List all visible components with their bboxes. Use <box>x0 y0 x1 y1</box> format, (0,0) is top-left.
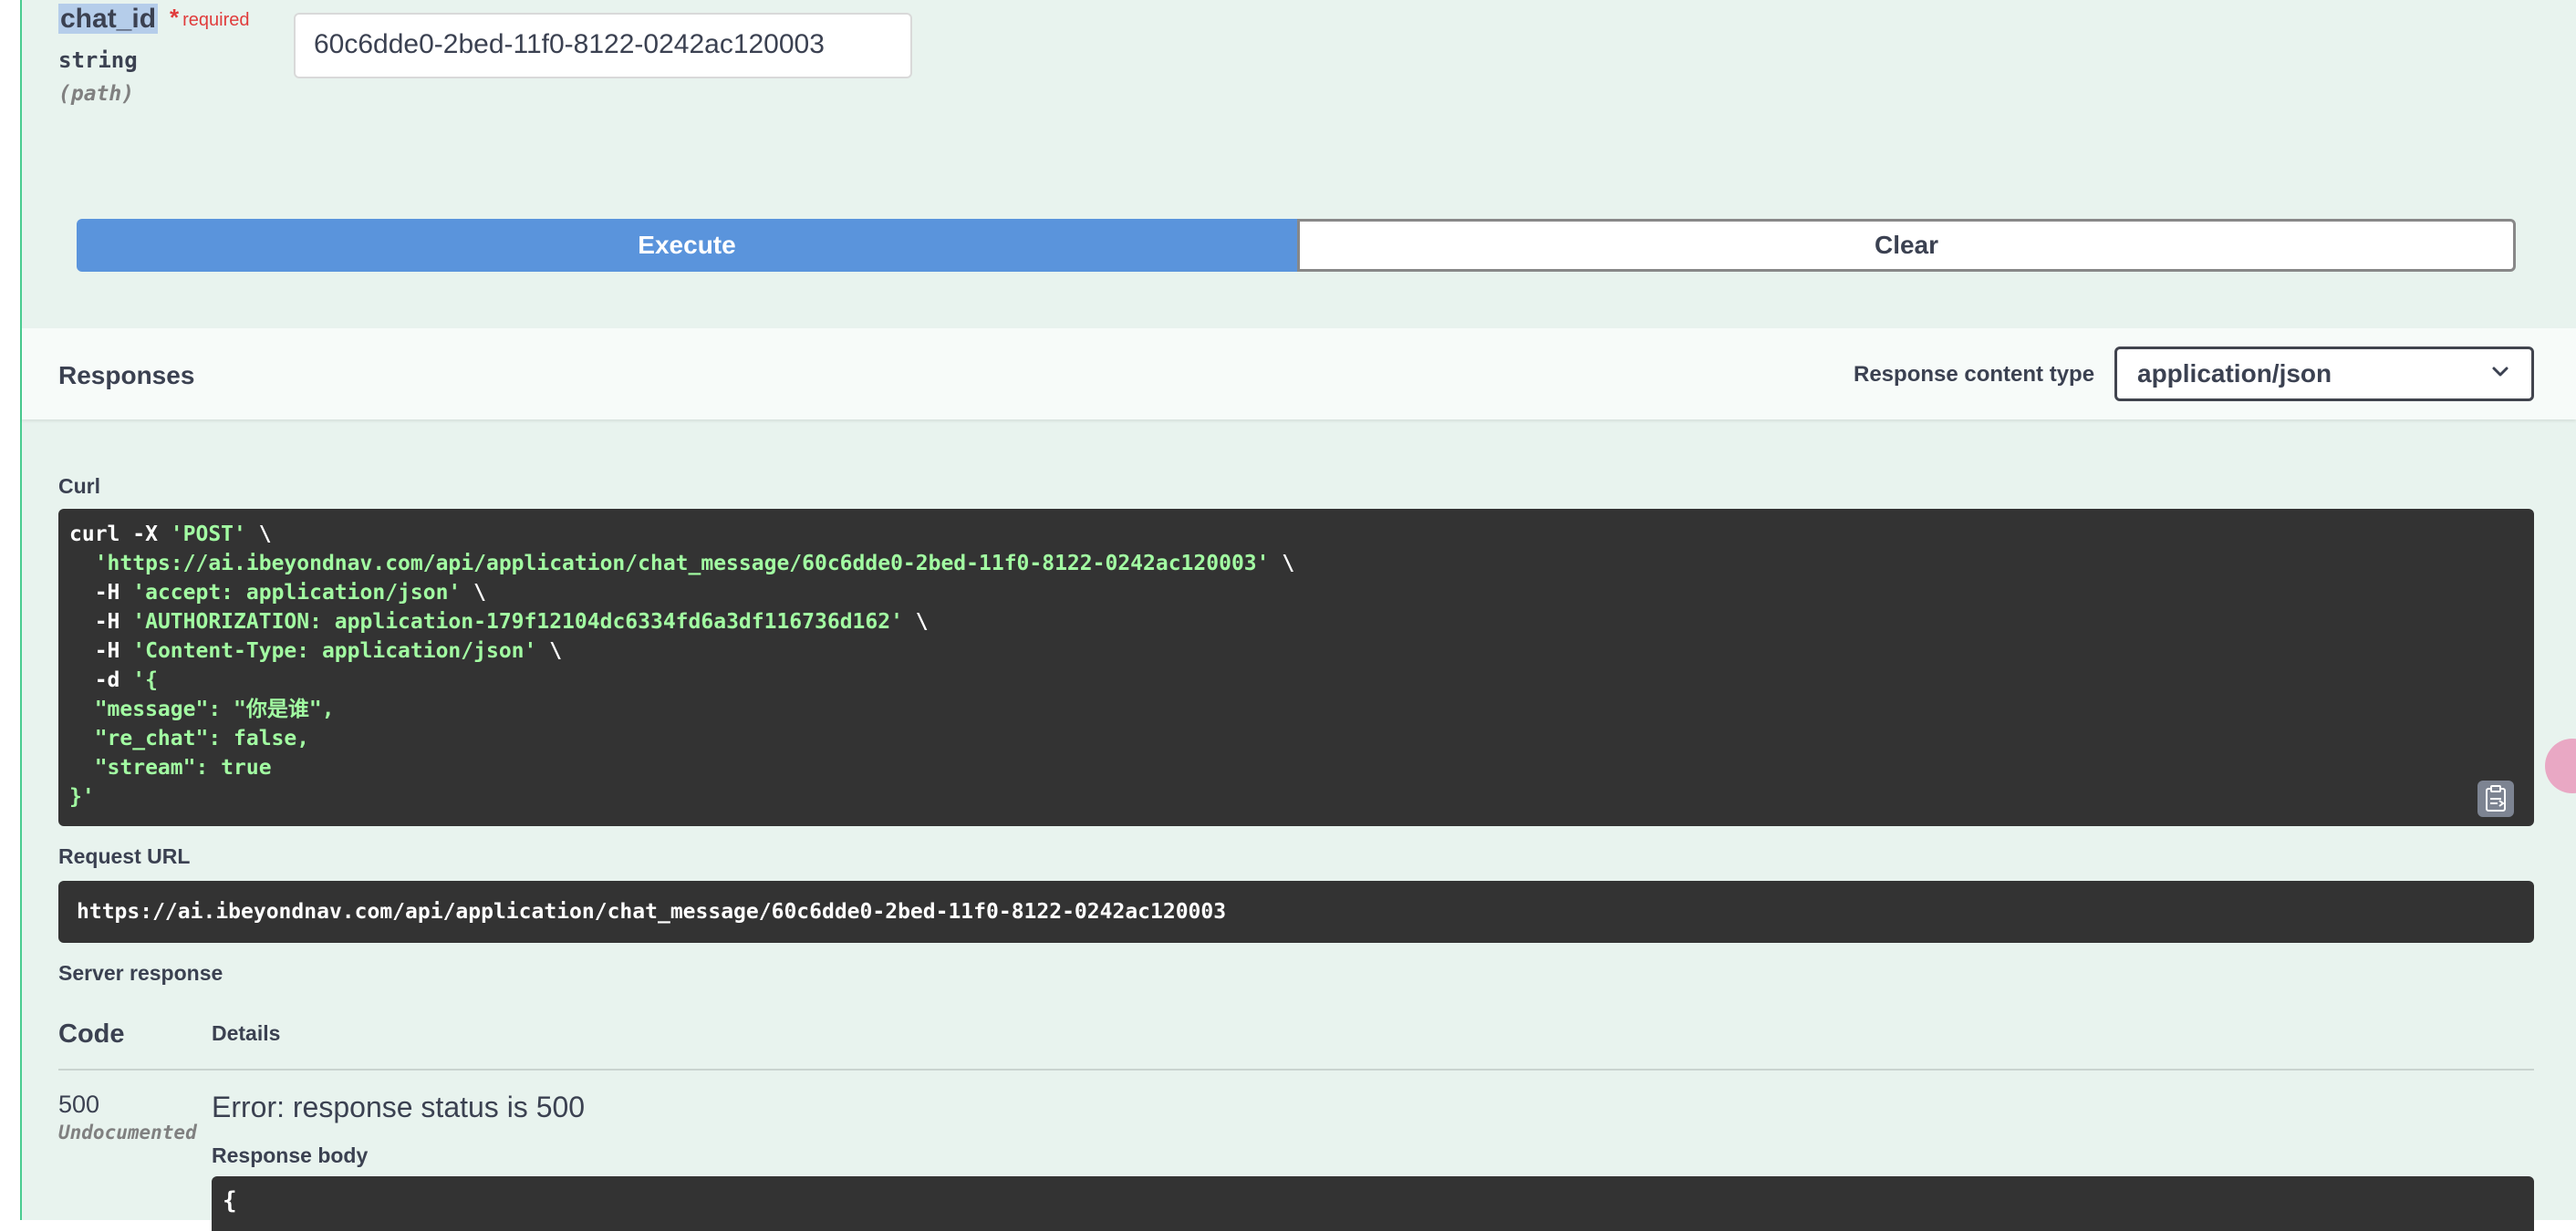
select-value: application/json <box>2137 359 2332 388</box>
param-type: string <box>58 47 138 73</box>
response-code: 500 <box>58 1091 100 1118</box>
request-url-value: https://ai.ibeyondnav.com/api/applicatio… <box>77 900 1227 924</box>
swagger-operation-panel: chat_id * required string (path) 60c6dde0… <box>0 0 2576 1231</box>
response-content-type-label: Response content type <box>1854 362 2095 387</box>
response-body-block[interactable]: { <box>212 1176 2534 1231</box>
param-required: * required <box>170 4 250 31</box>
request-url-box[interactable]: https://ai.ibeyondnav.com/api/applicatio… <box>58 881 2534 943</box>
chat-id-input[interactable]: 60c6dde0-2bed-11f0-8122-0242ac120003 <box>294 13 912 78</box>
curl-line: "stream": true <box>69 756 272 780</box>
curl-label: Curl <box>58 474 100 498</box>
details-column-header: Details <box>212 1021 281 1045</box>
curl-line: curl -X 'POST' \ <box>69 522 272 546</box>
curl-line: 'https://ai.ibeyondnav.com/api/applicati… <box>94 552 1295 575</box>
error-message: Error: response status is 500 <box>212 1091 586 1123</box>
table-divider <box>58 1069 2534 1071</box>
curl-line: -H 'AUTHORIZATION: application-179f12104… <box>69 610 929 634</box>
execute-button[interactable]: Execute <box>77 219 1297 272</box>
curl-code-block[interactable]: curl -X 'POST' \ 'https://ai.ibeyondnav.… <box>58 509 2534 826</box>
curl-line: "re_chat": false, <box>69 727 310 750</box>
curl-line: }' <box>69 785 95 809</box>
response-body-text: { <box>223 1187 237 1215</box>
code-column-header: Code <box>58 1019 125 1049</box>
curl-line: -d '{ <box>69 668 158 692</box>
curl-line: -H 'accept: application/json' \ <box>69 581 486 605</box>
server-response-label: Server response <box>58 961 223 985</box>
chevron-down-icon <box>2489 359 2511 388</box>
clear-button[interactable]: Clear <box>1297 219 2516 272</box>
clipboard-icon <box>2486 785 2506 812</box>
curl-code: curl -X 'POST' \ 'https://ai.ibeyondnav.… <box>69 520 2523 812</box>
response-content-type-select[interactable]: application/json <box>2114 347 2534 401</box>
responses-title: Responses <box>58 361 195 389</box>
response-code-note: Undocumented <box>58 1122 197 1143</box>
request-url-label: Request URL <box>58 844 191 868</box>
curl-line: "message": "你是谁", <box>69 698 335 721</box>
response-body-label: Response body <box>212 1143 369 1167</box>
copy-to-clipboard-button[interactable] <box>2477 781 2514 817</box>
param-location: (path) <box>58 82 135 106</box>
param-name: chat_id <box>58 4 159 34</box>
curl-line: -H 'Content-Type: application/json' \ <box>69 639 563 663</box>
